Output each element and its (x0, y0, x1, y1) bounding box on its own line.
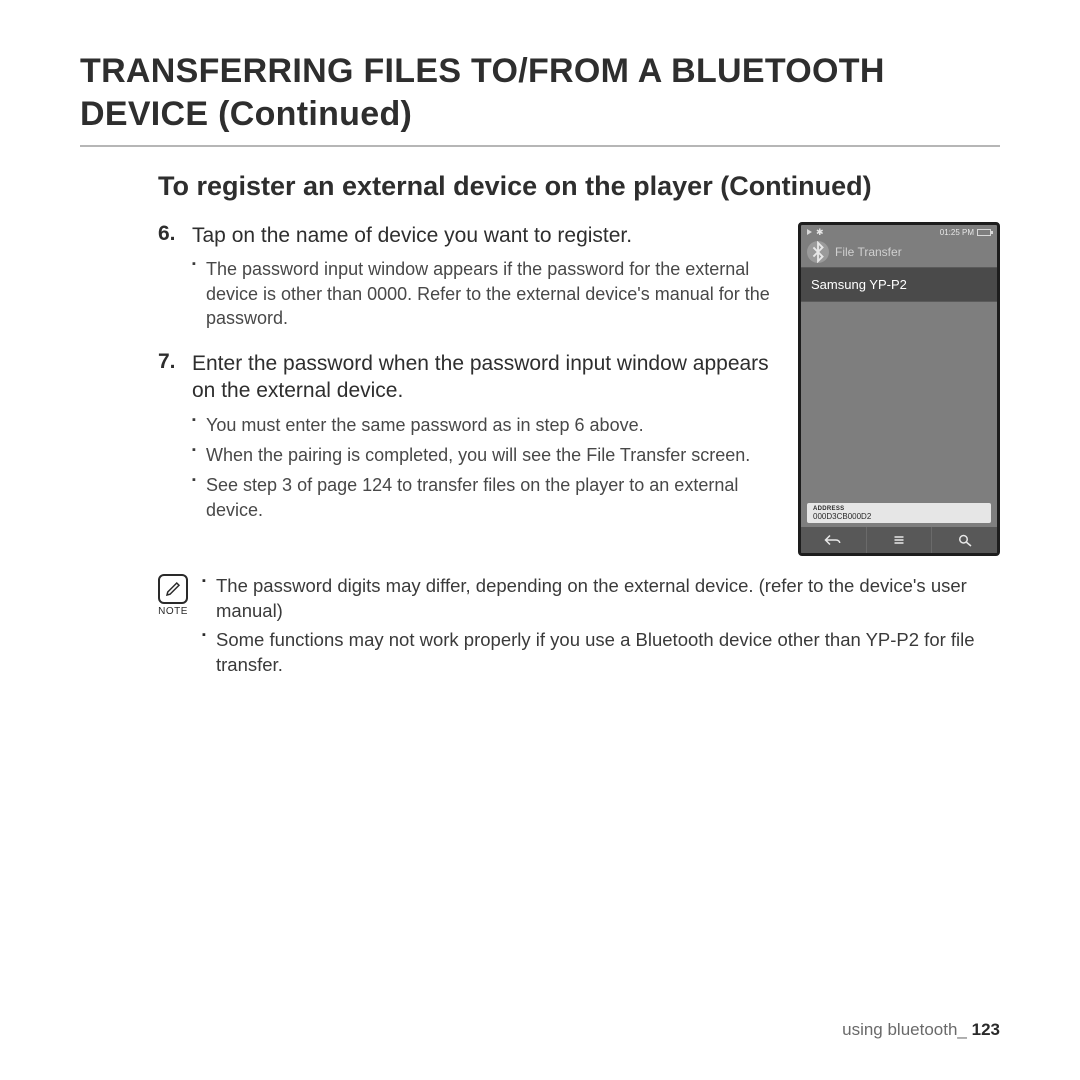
bluetooth-icon (807, 241, 829, 263)
step-bullet: See step 3 of page 124 to transfer files… (192, 473, 780, 522)
step-title: Tap on the name of device you want to re… (192, 222, 780, 249)
step-bullet: When the pairing is completed, you will … (192, 443, 780, 467)
device-header: File Transfer (801, 239, 997, 267)
device-status-bar: ✱ 01:25 PM (801, 225, 997, 239)
device-address-value: 000D3CB000D2 (813, 512, 985, 521)
content-row: 6. Tap on the name of device you want to… (158, 222, 1000, 556)
search-button[interactable] (932, 527, 997, 553)
bluetooth-mini-icon: ✱ (816, 227, 824, 238)
footer-section: using bluetooth_ (842, 1020, 967, 1039)
page-footer: using bluetooth_ 123 (842, 1020, 1000, 1040)
steps-column: 6. Tap on the name of device you want to… (158, 222, 780, 542)
step-title: Enter the password when the password inp… (192, 350, 780, 405)
step-number: 6. (158, 222, 182, 336)
title-divider (80, 145, 1000, 147)
device-list-item[interactable]: Samsung YP-P2 (801, 267, 997, 302)
note-item: The password digits may differ, dependin… (202, 574, 1000, 624)
step-bullet: The password input window appears if the… (192, 257, 780, 330)
device-time: 01:25 PM (940, 228, 974, 237)
play-icon (807, 229, 812, 235)
menu-button[interactable] (867, 527, 933, 553)
device-screenshot: ✱ 01:25 PM File Transfer Samsung YP-P2 A… (798, 222, 1000, 556)
note-block: NOTE The password digits may differ, dep… (158, 574, 1000, 682)
note-label: NOTE (158, 606, 188, 617)
step-number: 7. (158, 350, 182, 528)
step-6: 6. Tap on the name of device you want to… (158, 222, 780, 336)
device-address-box: ADDRESS 000D3CB000D2 (807, 503, 991, 523)
back-button[interactable] (801, 527, 867, 553)
footer-page-number: 123 (972, 1020, 1000, 1039)
battery-icon (977, 229, 991, 236)
page-title: TRANSFERRING FILES TO/FROM A BLUETOOTH D… (80, 50, 1000, 135)
device-header-title: File Transfer (835, 245, 902, 259)
section-heading: To register an external device on the pl… (158, 171, 1000, 202)
note-icon (158, 574, 188, 604)
device-bottom-bar (801, 527, 997, 553)
step-bullet: You must enter the same password as in s… (192, 413, 780, 437)
note-item: Some functions may not work properly if … (202, 628, 1000, 678)
step-7: 7. Enter the password when the password … (158, 350, 780, 528)
